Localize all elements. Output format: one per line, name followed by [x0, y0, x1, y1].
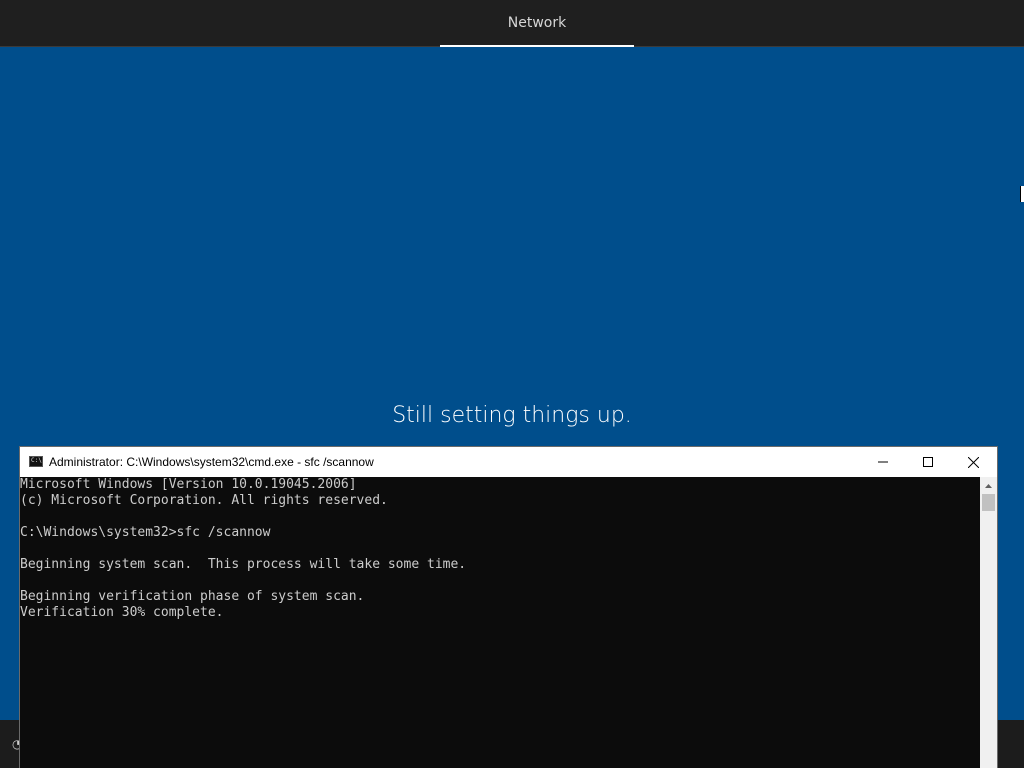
cmd-app-icon: C:\: [29, 456, 43, 467]
maximize-button[interactable]: [905, 447, 950, 477]
tab-active-indicator: [440, 45, 634, 47]
cmd-window[interactable]: C:\ Administrator: C:\Windows\system32\c…: [20, 447, 997, 768]
maximize-icon: [922, 457, 933, 467]
console-line: C:\Windows\system32>sfc /scannow: [20, 525, 271, 540]
scroll-thumb[interactable]: [982, 494, 995, 511]
close-button[interactable]: [951, 447, 996, 477]
cmd-app-icon-text: C:\: [31, 457, 42, 464]
setup-status-message: Still setting things up.: [392, 403, 632, 428]
console-line: Verification 30% complete.: [20, 605, 224, 620]
vertical-scrollbar[interactable]: [980, 477, 997, 768]
scroll-up-button[interactable]: [980, 477, 997, 494]
minimize-icon: [877, 461, 888, 463]
console-line: (c) Microsoft Corporation. All rights re…: [20, 493, 388, 508]
tab-network[interactable]: Network: [440, 0, 634, 47]
console-line: Beginning system scan. This process will…: [20, 557, 467, 572]
scroll-up-icon: [985, 483, 992, 488]
cmd-title-bar[interactable]: C:\ Administrator: C:\Windows\system32\c…: [20, 447, 997, 477]
console-output[interactable]: Microsoft Windows [Version 10.0.19045.20…: [20, 477, 980, 768]
mouse-cursor-icon: [1020, 186, 1024, 202]
cmd-window-title: Administrator: C:\Windows\system32\cmd.e…: [49, 455, 374, 469]
tab-network-label: Network: [507, 15, 567, 31]
minimize-button[interactable]: [860, 447, 905, 477]
console-line: Microsoft Windows [Version 10.0.19045.20…: [20, 477, 357, 492]
top-bar: Network: [0, 0, 1024, 47]
close-icon: [968, 456, 979, 468]
console-line: Beginning verification phase of system s…: [20, 589, 365, 604]
